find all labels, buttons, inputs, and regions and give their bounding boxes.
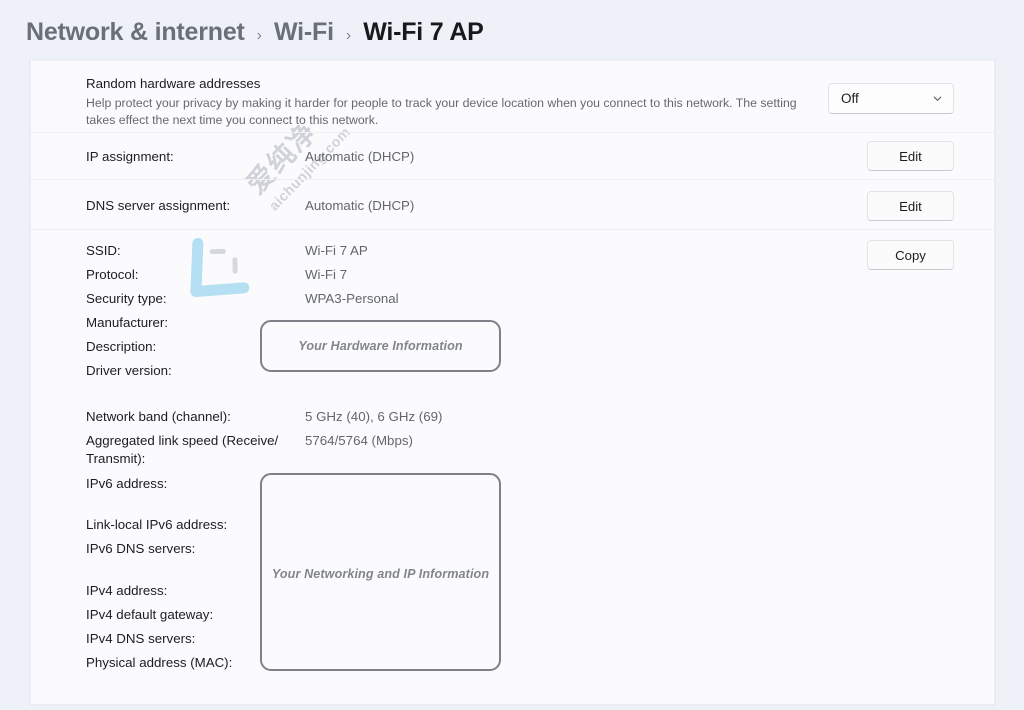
- breadcrumb-separator-icon: ›: [256, 27, 262, 44]
- page-title: Wi-Fi 7 AP: [363, 18, 484, 46]
- breadcrumb-separator-icon: ›: [345, 27, 352, 44]
- aggregated-link-speed-label: Aggregated link speed (Receive/ Transmit…: [86, 433, 279, 466]
- dropdown-selected-value: Off: [841, 91, 859, 106]
- security-type-value: WPA3-Personal: [305, 291, 399, 306]
- section-divider: [31, 179, 994, 180]
- chevron-down-icon: [933, 96, 942, 101]
- section-divider: [31, 132, 994, 133]
- ipv6-dns-servers-label: IPv6 DNS servers:: [86, 541, 196, 556]
- hardware-information-redaction-text: Your Hardware Information: [298, 339, 463, 353]
- networking-information-redaction-text: Your Networking and IP Information: [271, 567, 490, 581]
- ssid-value: Wi-Fi 7 AP: [305, 243, 368, 258]
- hardware-information-redaction-box: Your Hardware Information: [260, 320, 501, 372]
- description-label: Description:: [86, 339, 157, 354]
- link-local-ipv6-address-label: Link-local IPv6 address:: [86, 517, 228, 532]
- aggregated-link-speed-value: 5764/5764 (Mbps): [305, 433, 413, 448]
- ip-assignment-label: IP assignment:: [86, 149, 174, 164]
- breadcrumb-item-network-internet[interactable]: Network & internet: [26, 18, 245, 47]
- ipv4-dns-servers-label: IPv4 DNS servers:: [86, 631, 196, 646]
- random-hardware-addresses-title: Random hardware addresses: [86, 76, 261, 91]
- edit-ip-assignment-button[interactable]: Edit: [867, 141, 954, 171]
- network-band-value: 5 GHz (40), 6 GHz (69): [305, 409, 443, 424]
- physical-address-mac-label: Physical address (MAC):: [86, 655, 233, 670]
- security-type-label: Security type:: [86, 291, 167, 306]
- ipv4-address-label: IPv4 address:: [86, 583, 168, 598]
- dns-server-assignment-value: Automatic (DHCP): [305, 198, 415, 213]
- edit-dns-assignment-button[interactable]: Edit: [867, 191, 954, 221]
- ssid-label: SSID:: [86, 243, 121, 258]
- manufacturer-label: Manufacturer:: [86, 315, 169, 330]
- copy-button[interactable]: Copy: [867, 240, 954, 270]
- dns-server-assignment-label: DNS server assignment:: [86, 198, 231, 213]
- protocol-value: Wi-Fi 7: [305, 267, 348, 282]
- networking-information-redaction-box: Your Networking and IP Information: [260, 473, 501, 671]
- random-hardware-addresses-dropdown[interactable]: Off: [828, 83, 954, 114]
- random-hardware-addresses-description: Help protect your privacy by making it h…: [86, 96, 797, 127]
- breadcrumb: Network & internet › Wi-Fi › Wi-Fi 7 AP: [26, 18, 484, 47]
- section-divider: [31, 229, 994, 230]
- breadcrumb-item-wifi[interactable]: Wi-Fi: [274, 18, 334, 47]
- ipv4-default-gateway-label: IPv4 default gateway:: [86, 607, 214, 622]
- ipv6-address-label: IPv6 address:: [86, 476, 168, 491]
- network-band-label: Network band (channel):: [86, 409, 231, 424]
- protocol-label: Protocol:: [86, 267, 139, 282]
- ip-assignment-value: Automatic (DHCP): [305, 149, 415, 164]
- driver-version-label: Driver version:: [86, 363, 172, 378]
- network-details-card: 爱纯净 aichunjing.com Random hardware addre…: [30, 60, 995, 705]
